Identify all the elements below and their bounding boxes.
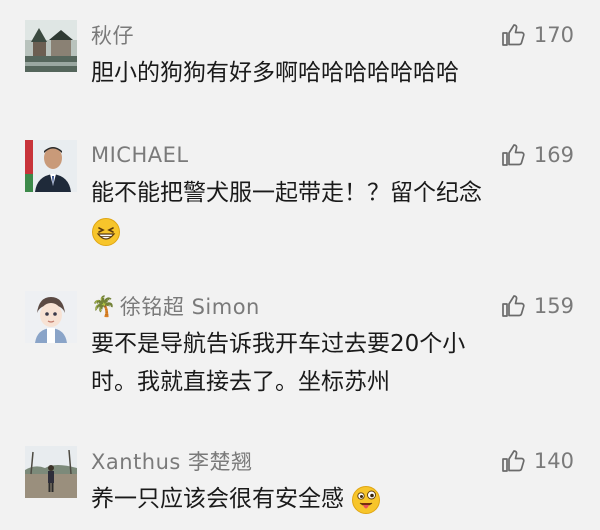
comment-text: 养一只应该会很有安全感	[91, 480, 551, 518]
like-count: 159	[533, 294, 574, 318]
like-button[interactable]: 169	[500, 140, 574, 170]
commenter-name[interactable]: Xanthus 李楚翘	[91, 446, 253, 476]
commenter-name-row: MICHAEL	[91, 140, 189, 170]
person-outdoors-avatar	[25, 446, 77, 498]
comment-text-line: 要不是导航告诉我开车过去要20个小	[91, 331, 466, 357]
comment-text: 要不是导航告诉我开车过去要20个小 时。我就直接去了。坐标苏州	[91, 325, 551, 401]
like-button[interactable]: 170	[500, 20, 574, 50]
comment-text-line: 时。我就直接去了。坐标苏州	[91, 369, 390, 395]
man-in-suit-avatar	[25, 140, 77, 192]
avatar[interactable]	[25, 140, 77, 192]
commenter-name-row: 秋仔	[91, 20, 134, 50]
avatar[interactable]	[25, 20, 77, 72]
thumbs-up-icon	[502, 24, 525, 46]
comment-text: 能不能把警犬服一起带走！？留个纪念	[91, 174, 551, 250]
village-photo-avatar	[25, 20, 77, 72]
thumbs-up-icon	[502, 295, 525, 317]
thumbs-up-icon	[502, 144, 525, 166]
comment-text-content: 养一只应该会很有安全感	[91, 486, 344, 512]
commenter-name[interactable]: 徐铭超 Simon	[120, 291, 260, 321]
avatar[interactable]	[25, 446, 77, 498]
avatar[interactable]	[25, 291, 77, 343]
thumbs-up-icon	[502, 450, 525, 472]
palm-tree-icon: 🌴	[91, 294, 116, 318]
like-button[interactable]: 159	[500, 291, 574, 321]
tongue-out-emoji	[351, 485, 381, 515]
like-count: 140	[533, 449, 574, 473]
commenter-name-row: 🌴 徐铭超 Simon	[91, 291, 260, 321]
comment-text-content: 能不能把警犬服一起带走！？留个纪念	[91, 180, 482, 206]
comment-text: 胆小的狗狗有好多啊哈哈哈哈哈哈哈	[91, 60, 459, 86]
commenter-name[interactable]: 秋仔	[91, 20, 134, 50]
grinning-squint-emoji	[91, 217, 121, 247]
like-count: 170	[533, 23, 574, 47]
commenter-name-row: Xanthus 李楚翘	[91, 446, 253, 476]
like-button[interactable]: 140	[500, 446, 574, 476]
like-count: 169	[533, 143, 574, 167]
cartoon-boy-avatar	[25, 291, 77, 343]
commenter-name[interactable]: MICHAEL	[91, 143, 189, 167]
